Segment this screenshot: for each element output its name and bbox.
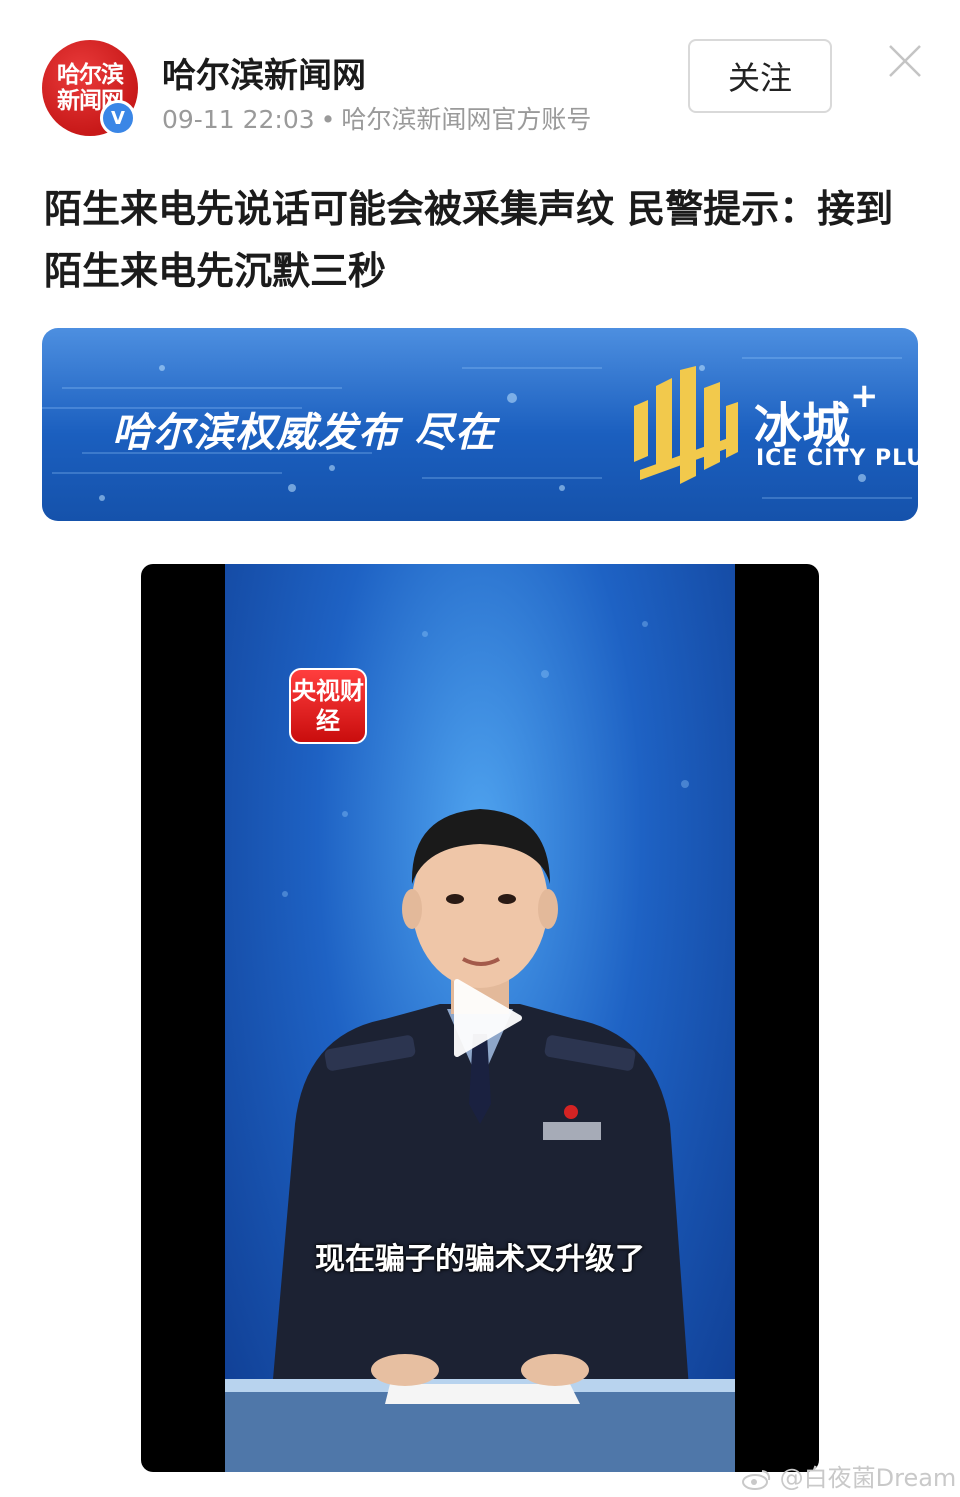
video-player[interactable]: 央视财经 现在骗子的骗术又升级了 [141, 564, 819, 1472]
post-title: 陌生来电先说话可能会被采集声纹 民警提示：接到陌生来电先沉默三秒 [44, 187, 894, 293]
close-icon[interactable] [884, 40, 926, 82]
weibo-watermark: @白夜菌Dream [742, 1458, 956, 1493]
post-time: 09-11 22:03 [162, 105, 315, 134]
weibo-icon [742, 1470, 771, 1490]
account-name[interactable]: 哈尔滨新闻网 [162, 48, 366, 97]
post-meta: 09-11 22:03 • 哈尔滨新闻网官方账号 [162, 100, 591, 136]
promo-banner[interactable]: 哈尔滨权威发布 尽在 冰城+ ICE CITY PLUS [42, 328, 918, 521]
verified-badge-icon: V [100, 100, 136, 136]
banner-slogan: 哈尔滨权威发布 尽在 [112, 410, 496, 456]
follow-button[interactable]: 关注 [688, 39, 832, 113]
cctv-finance-logo: 央视财经 [289, 668, 367, 744]
post-source: 哈尔滨新闻网官方账号 [341, 105, 592, 134]
ice-city-logo-icon [634, 366, 738, 484]
banner-brand-sub: ICE CITY PLUS [756, 446, 918, 471]
video-caption: 现在骗子的骗术又升级了 [315, 1242, 645, 1277]
meta-separator: • [320, 105, 336, 134]
banner-brand-plus: + [850, 376, 879, 416]
watermark-text: @白夜菌Dream [779, 1464, 957, 1492]
play-icon[interactable] [453, 978, 523, 1058]
video-frame: 央视财经 现在骗子的骗术又升级了 [225, 564, 735, 1472]
